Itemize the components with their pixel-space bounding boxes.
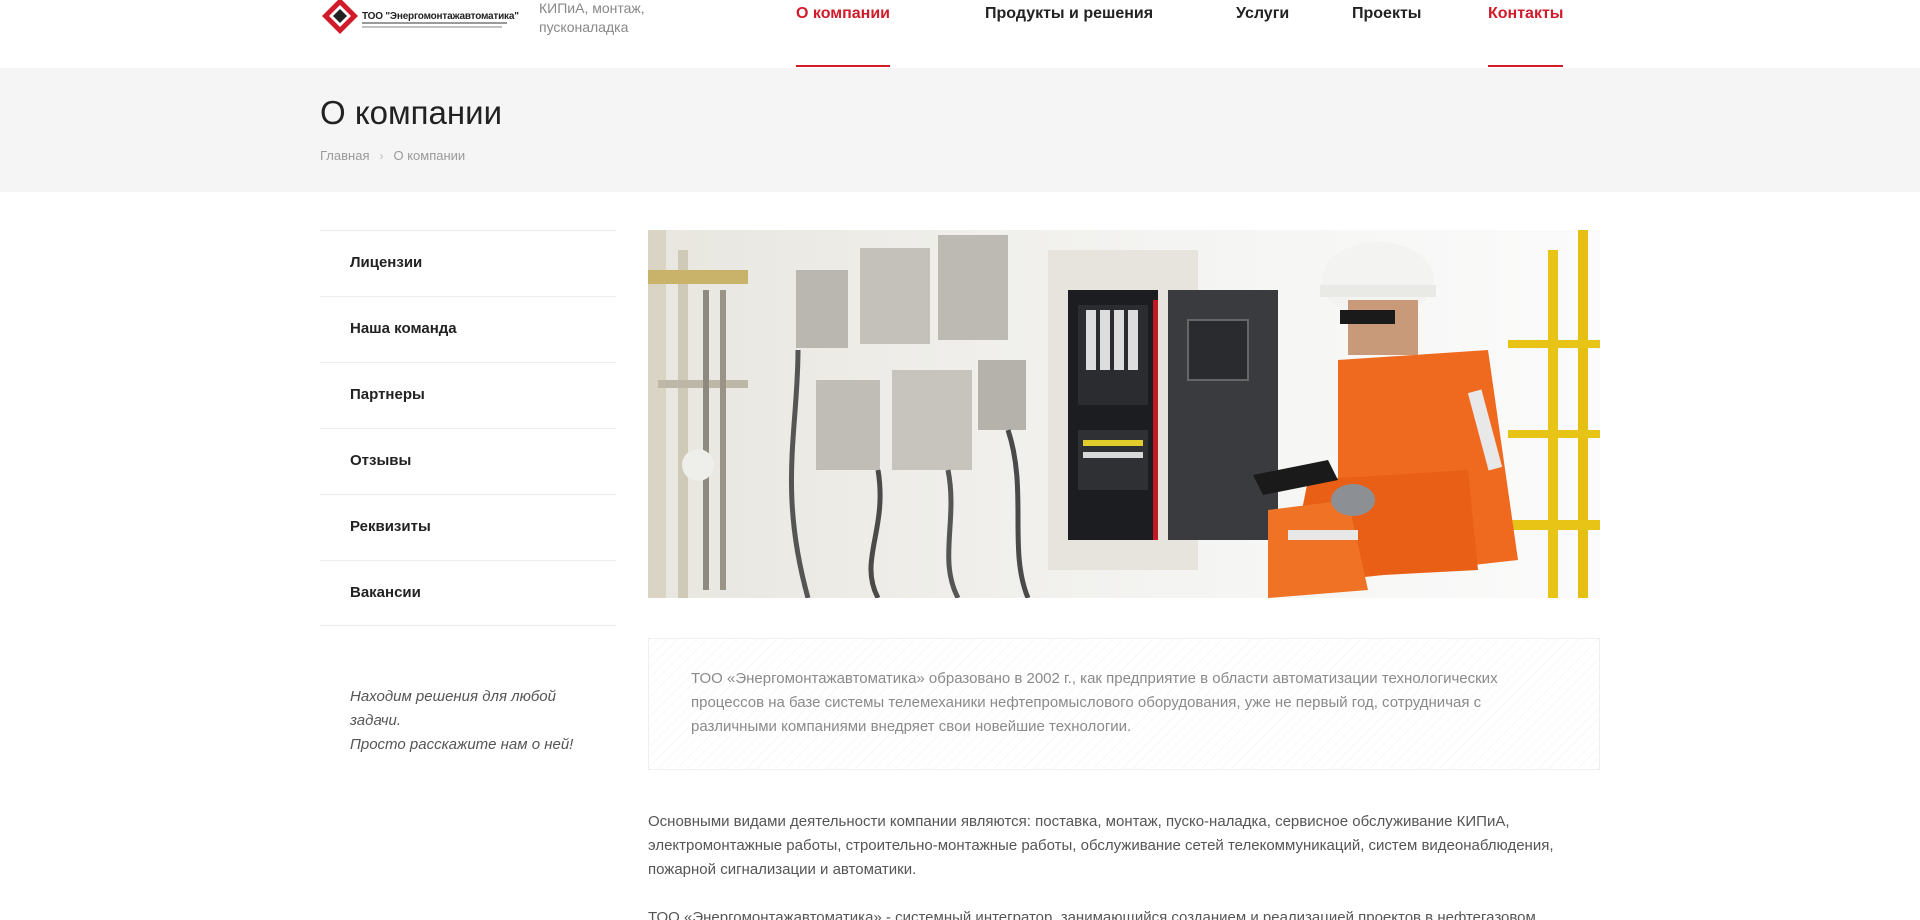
sidebar-item-team[interactable]: Наша команда — [320, 296, 616, 362]
sidebar-item-reviews[interactable]: Отзывы — [320, 428, 616, 494]
nav-item-about[interactable]: О компании — [796, 5, 890, 68]
sidebar-item-licenses[interactable]: Лицензии — [320, 230, 616, 296]
nav-item-label: Контакты — [1488, 5, 1564, 22]
nav-item-label: Проекты — [1352, 5, 1422, 22]
sidebar-item-label: Вакансии — [350, 584, 421, 601]
nav-item-services[interactable]: Услуги — [1236, 5, 1289, 68]
nav-item-label: Продукты и решения — [985, 5, 1154, 22]
sidebar-item-label: Отзывы — [350, 452, 412, 469]
sidebar-menu: Лицензии Наша команда Партнеры Отзывы Ре… — [320, 230, 616, 626]
nav-active-underline — [796, 65, 890, 67]
sidebar-item-label: Партнеры — [350, 386, 425, 403]
hero-image — [648, 230, 1600, 598]
sidebar-note: Находим решения для любой задачи. Просто… — [350, 685, 590, 757]
intro-quote-block: ТОО «Энергомонтажавтоматика» образовано … — [648, 638, 1600, 770]
intro-quote-text: ТОО «Энергомонтажавтоматика» образовано … — [691, 670, 1498, 735]
sidebar-note-line: Находим решения для любой задачи. — [350, 688, 556, 729]
sidebar-item-label: Лицензии — [350, 254, 423, 271]
sidebar-item-partners[interactable]: Партнеры — [320, 362, 616, 428]
sidebar-item-vacancies[interactable]: Вакансии — [320, 560, 616, 626]
sidebar-item-requisites[interactable]: Реквизиты — [320, 494, 616, 560]
nav-item-label: Услуги — [1236, 5, 1290, 22]
page-title-band: О компании Главная › О компании — [0, 68, 1920, 192]
main-nav: О компании Продукты и решения Услуги Про… — [0, 0, 1920, 68]
sidebar-item-label: Наша команда — [350, 320, 457, 337]
nav-item-label: О компании — [796, 5, 890, 22]
page-title: О компании — [320, 94, 502, 131]
nav-item-projects[interactable]: Проекты — [1352, 5, 1421, 68]
nav-item-contacts[interactable]: Контакты — [1488, 5, 1564, 68]
content-paragraph: Основными видами деятельности компании я… — [648, 813, 1554, 878]
sidebar-item-label: Реквизиты — [350, 518, 431, 535]
breadcrumb-home-link[interactable]: Главная — [320, 148, 369, 163]
breadcrumb-current: О компании — [393, 148, 466, 163]
nav-active-underline — [1488, 65, 1564, 67]
content-paragraph: ТОО «Энергомонтажавтоматика» - системный… — [648, 909, 1536, 920]
breadcrumb: Главная › О компании — [320, 148, 465, 163]
nav-item-products[interactable]: Продукты и решения — [985, 5, 1153, 68]
sidebar-note-line: Просто расскажите нам о ней! — [350, 736, 574, 753]
chevron-right-icon: › — [379, 149, 384, 163]
site-header: ТОО "Энергомонтажавтоматика" КИПиА, монт… — [0, 0, 1920, 68]
